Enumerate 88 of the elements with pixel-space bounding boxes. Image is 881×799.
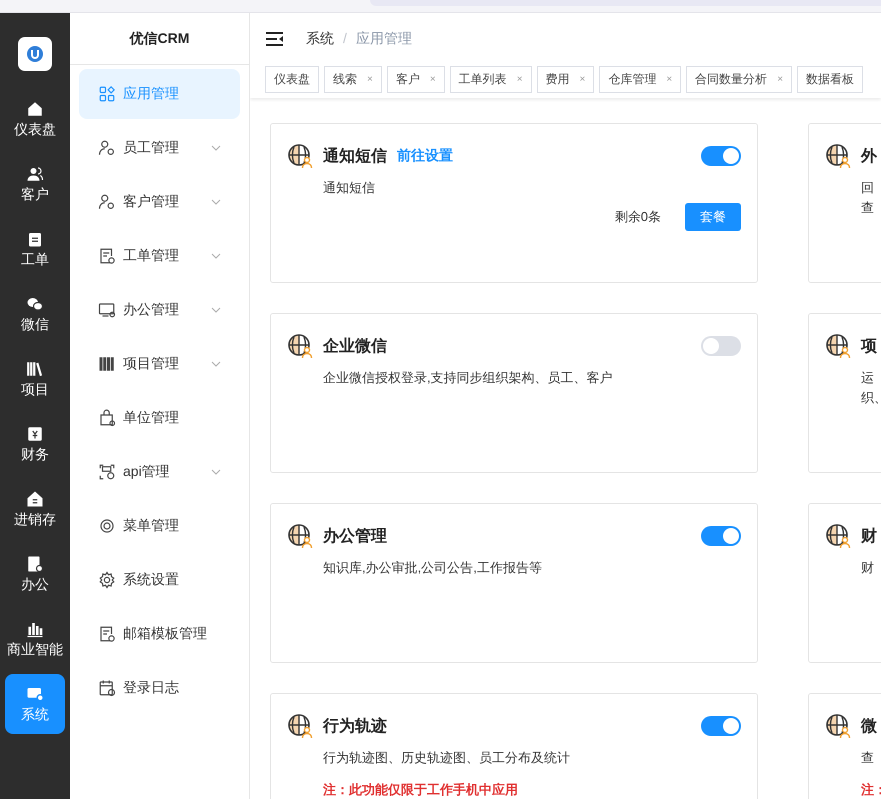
users-icon <box>26 164 44 182</box>
sidebar-item[interactable]: 登录日志 <box>79 663 240 713</box>
card-title: 通知短信 <box>323 146 387 166</box>
document-gear-icon <box>98 247 116 265</box>
books-icon <box>98 355 116 373</box>
sidebar-item[interactable]: 菜单管理 <box>79 501 240 551</box>
card-description: 回 查 <box>861 179 875 217</box>
nav-rail-item[interactable]: 财务 <box>5 414 65 474</box>
api-gear-icon <box>98 463 116 481</box>
chevron-down-icon <box>211 469 221 475</box>
page-tab[interactable]: 客户 × <box>386 66 445 93</box>
chevron-down-icon <box>211 199 221 205</box>
globe-user-icon <box>825 143 851 169</box>
card-title: 企业微信 <box>323 336 387 356</box>
breadcrumb-item[interactable]: 系统 <box>306 30 334 48</box>
sidebar-item[interactable]: api管理 <box>79 447 240 497</box>
card-title: 微 <box>861 716 877 736</box>
breadcrumb-separator: / <box>343 30 347 48</box>
sidebar-item[interactable]: 单位管理 <box>79 393 240 443</box>
grid-icon <box>98 85 116 103</box>
card-description: 知识库,办公审批,公司公告,工作报告等 <box>323 559 543 577</box>
page-tab[interactable]: 线索 × <box>324 66 382 93</box>
globe-user-icon <box>825 333 851 359</box>
chevron-down-icon <box>211 145 221 151</box>
card-title: 项 <box>861 336 877 356</box>
card-description: 查 <box>861 749 875 767</box>
monitor-icon <box>98 301 116 319</box>
sidebar-item[interactable]: 邮箱模板管理 <box>79 609 240 659</box>
money-icon <box>26 424 44 442</box>
ring-icon <box>98 517 116 535</box>
card-description: 财 <box>861 559 875 577</box>
document-gear-icon <box>98 625 116 643</box>
card-description: 通知短信 <box>323 179 376 197</box>
globe-user-icon <box>287 523 313 549</box>
page-tab[interactable]: 费用 × <box>536 66 594 93</box>
bag-icon <box>98 409 116 427</box>
remaining-count: 剩余0条 <box>614 208 661 226</box>
books-icon <box>26 360 44 378</box>
page-tab[interactable]: 仓库管理 × <box>599 66 682 93</box>
page-tab[interactable]: 数据看板 <box>797 66 864 93</box>
globe-user-icon <box>287 713 313 739</box>
globe-user-icon <box>825 523 851 549</box>
sidebar-item[interactable]: 工单管理 <box>79 231 240 281</box>
user-gear-icon <box>98 139 116 157</box>
card-title: 财 <box>861 526 877 546</box>
settings-icon <box>98 571 116 589</box>
toggle-switch[interactable] <box>701 716 741 736</box>
menu-fold-icon[interactable] <box>266 32 284 46</box>
toggle-switch[interactable] <box>701 336 741 356</box>
chevron-down-icon <box>211 307 221 313</box>
toggle-switch[interactable] <box>701 146 741 166</box>
chevron-down-icon <box>211 253 221 259</box>
page-tab[interactable]: 工单列表 × <box>450 66 532 93</box>
globe-user-icon <box>287 333 313 359</box>
page-tab[interactable]: 仪表盘 <box>265 66 319 93</box>
card-description: 企业微信授权登录,支持同步组织架构、员工、客户 <box>323 369 614 387</box>
toggle-switch[interactable] <box>701 526 741 546</box>
sidebar-item[interactable]: 项目管理 <box>79 339 240 389</box>
breadcrumb-item: 应用管理 <box>356 30 412 48</box>
card-title: 行为轨迹 <box>323 716 387 736</box>
card-title: 办公管理 <box>323 526 387 546</box>
user-gear-icon <box>98 193 116 211</box>
nav-rail-item[interactable]: 工单 <box>5 219 65 279</box>
sidebar-item[interactable]: 办公管理 <box>79 285 240 335</box>
page-tab[interactable]: 合同数量分析 × <box>686 66 792 93</box>
sidebar-item[interactable]: 客户管理 <box>79 177 240 227</box>
nav-rail-item[interactable]: 仪表盘 <box>5 89 65 149</box>
calendar-clock-icon <box>98 679 116 697</box>
card-note: 注：此功能仅限于工作手机中应用 <box>323 781 519 799</box>
card-title: 外 <box>861 146 877 166</box>
house-icon <box>26 490 44 508</box>
nav-rail-item[interactable]: 客户 <box>5 154 65 214</box>
globe-user-icon <box>825 713 851 739</box>
nav-rail-item[interactable]: 微信 <box>5 284 65 344</box>
logo-icon <box>18 37 52 71</box>
nav-rail-item[interactable]: 进销存 <box>5 479 65 539</box>
card-description: 行为轨迹图、历史轨迹图、员工分布及统计 <box>323 749 571 767</box>
sidebar-item[interactable]: 员工管理 <box>79 123 240 173</box>
chevron-down-icon <box>211 361 221 367</box>
globe-user-icon <box>287 143 313 169</box>
nav-rail-item[interactable]: 商业智能 <box>5 609 65 669</box>
nav-rail-item[interactable]: 办公 <box>5 544 65 604</box>
document-icon <box>26 554 44 572</box>
home-icon <box>26 100 44 118</box>
sidebar-item[interactable]: 系统设置 <box>79 555 240 605</box>
card-description: 运 织、 <box>861 369 881 407</box>
sidebar-title: 优信CRM <box>70 13 249 65</box>
nav-rail-item[interactable]: 项目 <box>5 349 65 409</box>
